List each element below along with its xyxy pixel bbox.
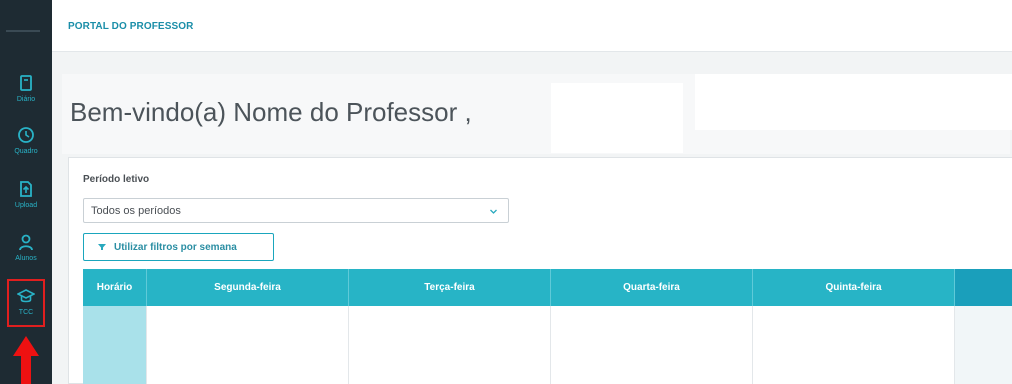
graduation-cap-icon	[17, 289, 35, 303]
table-cell[interactable]	[349, 306, 551, 384]
table-cell[interactable]	[147, 306, 349, 384]
column-header-quarta: Quarta-feira	[551, 269, 753, 306]
sidebar-item-label: Quadro	[14, 148, 38, 155]
notebook-icon	[20, 75, 32, 91]
sidebar-item-quadro[interactable]: Quadro	[0, 118, 52, 168]
sidebar-item-label: Alunos	[15, 255, 37, 262]
week-filter-label: Utilizar filtros por semana	[114, 241, 237, 253]
table-cell[interactable]	[955, 306, 1012, 384]
chevron-down-icon	[490, 209, 497, 214]
periodo-select[interactable]: Todos os períodos	[83, 198, 509, 223]
sidebar-item-alunos[interactable]: Alunos	[0, 225, 52, 275]
filter-icon	[98, 244, 106, 250]
portal-title: PORTAL DO PROFESSOR	[68, 21, 194, 32]
user-icon	[19, 234, 33, 251]
redacted-box	[695, 74, 1012, 130]
table-cell[interactable]	[551, 306, 753, 384]
table-cell[interactable]	[753, 306, 955, 384]
upload-icon	[20, 181, 32, 197]
arrow-up-icon	[13, 336, 39, 384]
sidebar-item-label: TCC	[18, 309, 34, 316]
welcome-heading: Bem-vindo(a) Nome do Professor ,	[70, 97, 472, 127]
column-header-segunda: Segunda-feira	[147, 269, 349, 306]
header: PORTAL DO PROFESSOR	[52, 0, 1012, 52]
logo	[6, 30, 40, 32]
table-row	[83, 306, 1012, 384]
schedule-card: Período letivo Todos os períodos Utiliza…	[68, 157, 1012, 384]
periodo-label: Período letivo	[83, 174, 150, 185]
sidebar-item-label: Upload	[14, 202, 38, 209]
sidebar-item-upload[interactable]: Upload	[0, 172, 52, 222]
time-cell	[83, 306, 147, 384]
week-filter-button[interactable]: Utilizar filtros por semana	[83, 233, 274, 261]
sidebar: Diário Quadro Upload Alunos TCC	[0, 0, 52, 384]
welcome-section: Bem-vindo(a) Nome do Professor ,	[52, 74, 1012, 154]
redacted-box	[551, 83, 683, 153]
sidebar-item-tcc[interactable]: TCC	[7, 279, 45, 327]
column-header-horario: Horário	[83, 269, 147, 306]
table-header-row: Horário Segunda-feira Terça-feira Quarta…	[83, 269, 1012, 306]
column-header-terca: Terça-feira	[349, 269, 551, 306]
clock-icon	[18, 127, 34, 143]
periodo-select-value: Todos os períodos	[91, 205, 181, 217]
column-header-quinta: Quinta-feira	[753, 269, 955, 306]
column-header-sexta	[955, 269, 1012, 306]
sidebar-item-diario[interactable]: Diário	[0, 66, 52, 116]
schedule-table: Horário Segunda-feira Terça-feira Quarta…	[83, 269, 1012, 384]
sidebar-item-label: Diário	[16, 96, 36, 103]
